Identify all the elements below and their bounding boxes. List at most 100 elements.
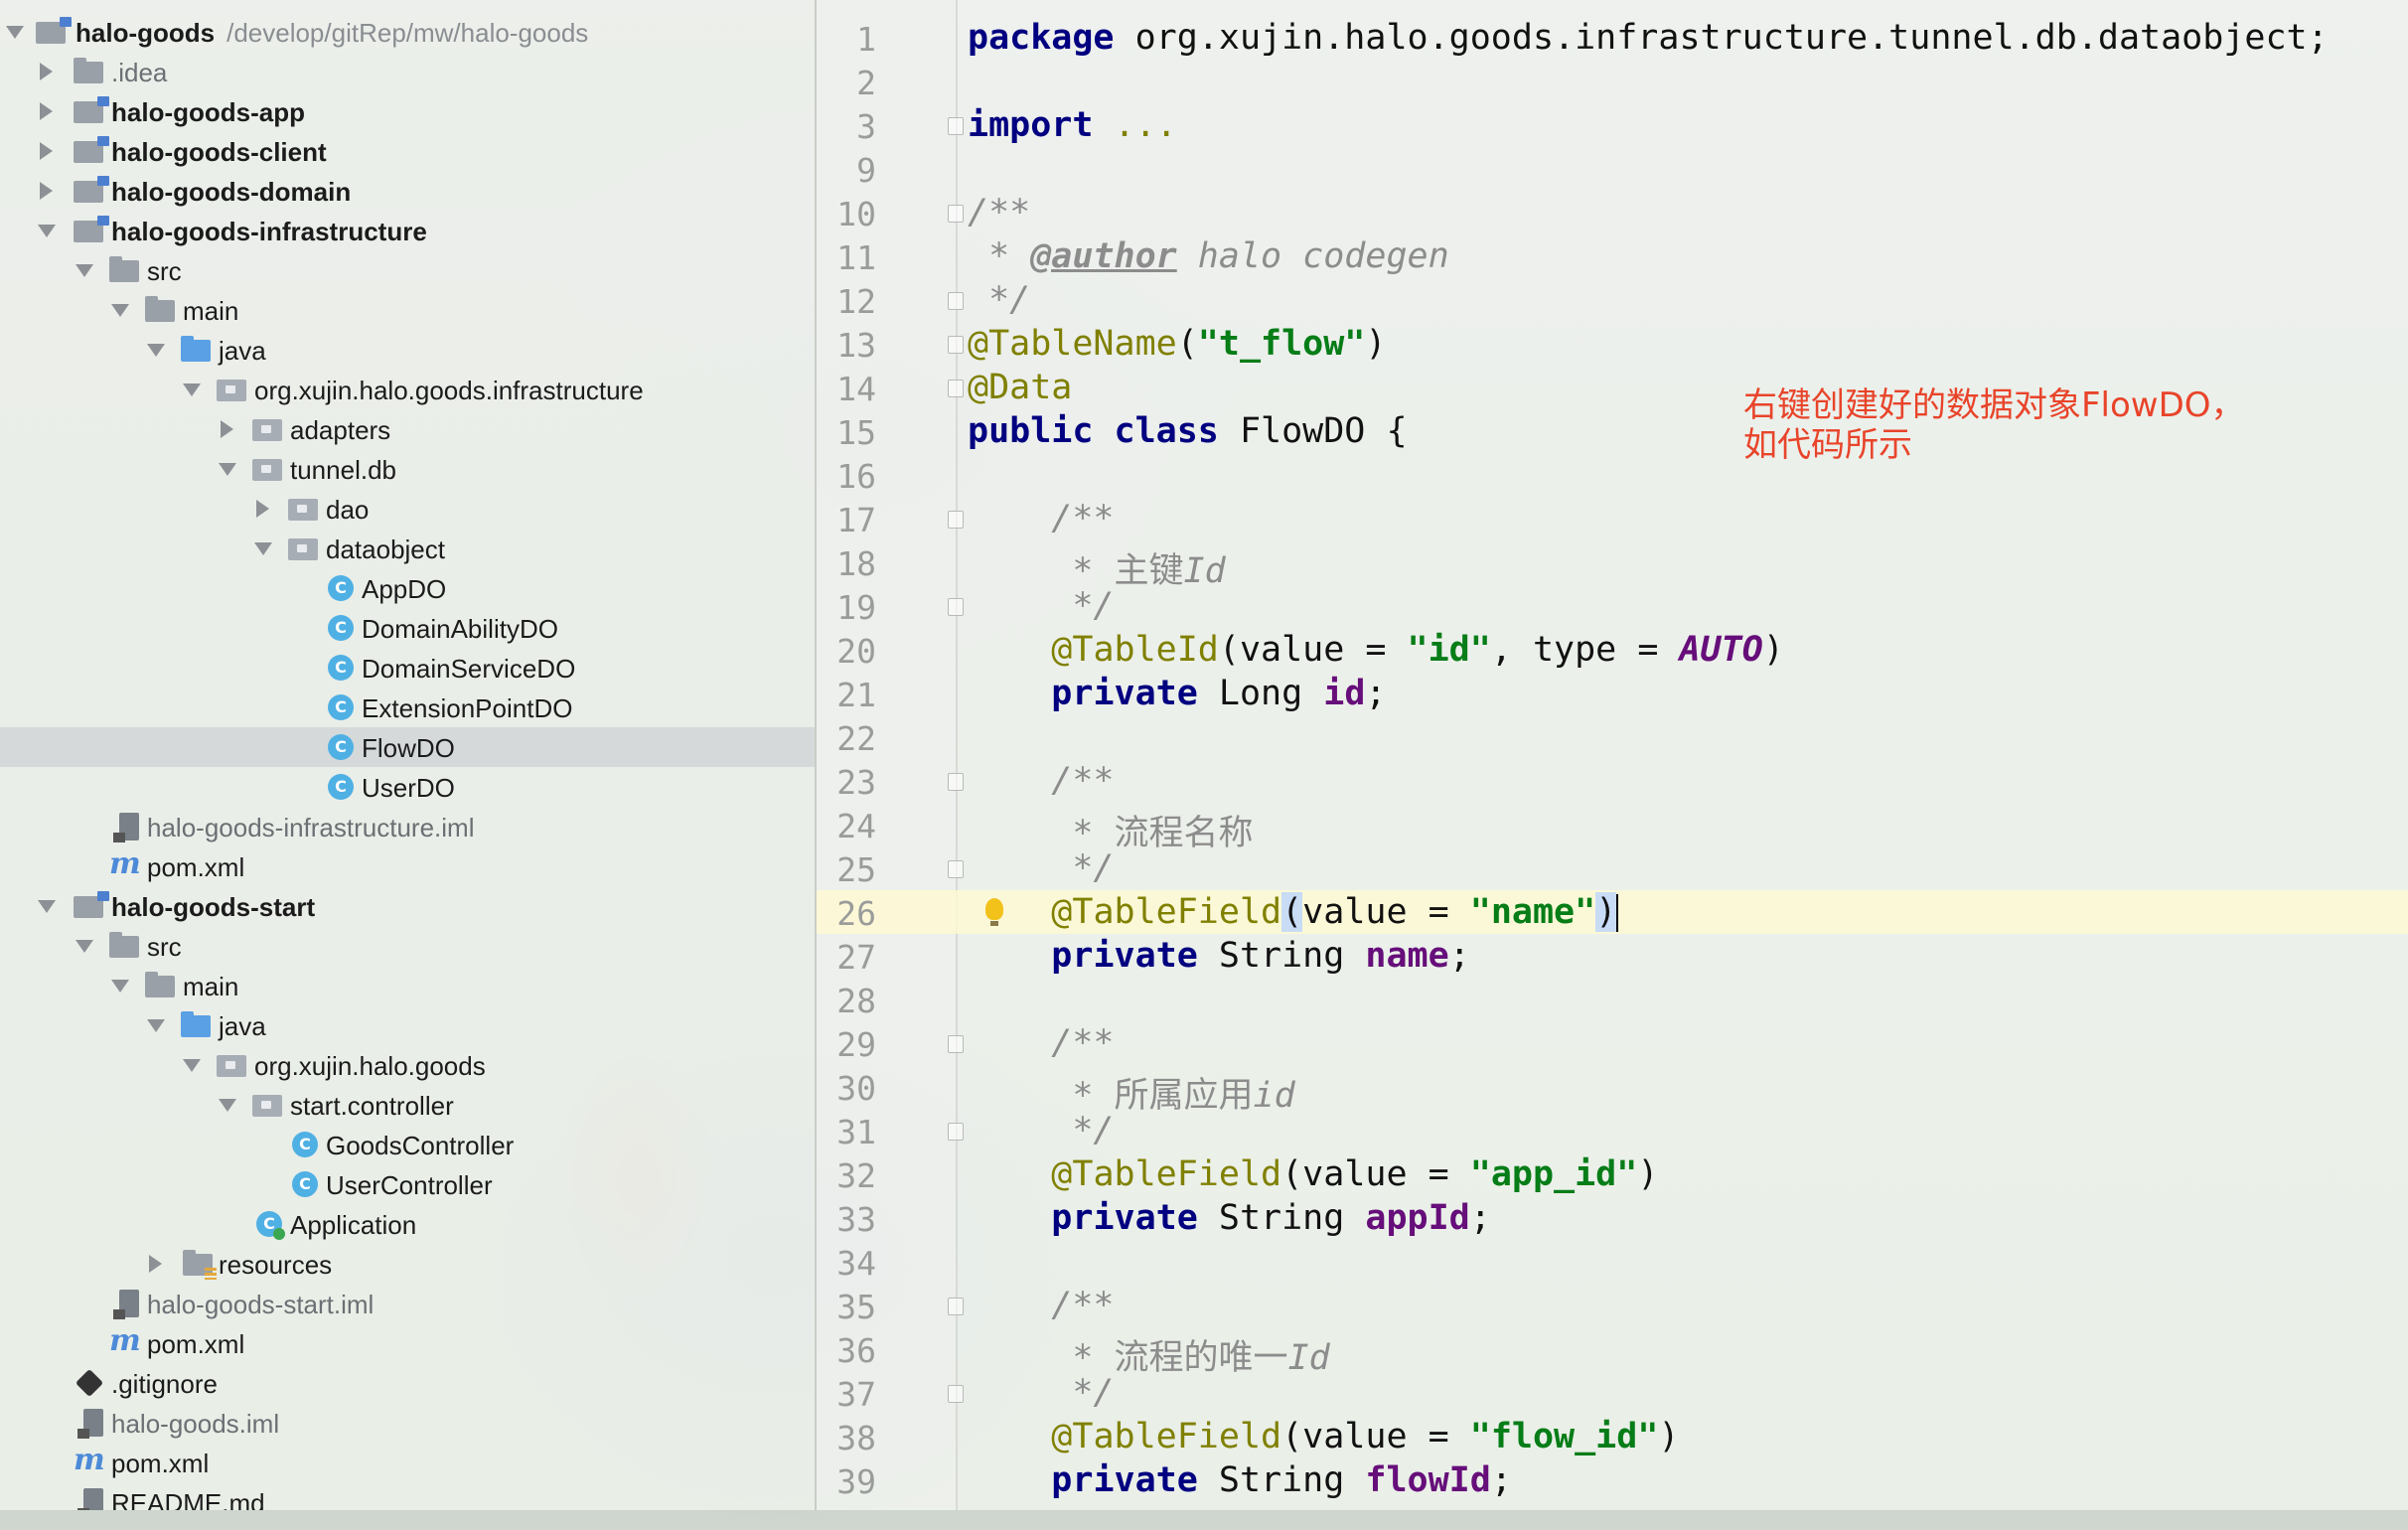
tree-item-src[interactable]: src: [0, 250, 815, 290]
fold-toggle-icon[interactable]: [948, 1035, 964, 1053]
code-line[interactable]: 31 */: [817, 1109, 2408, 1152]
tree-item-start-main[interactable]: main: [0, 966, 815, 1005]
fold-toggle-icon[interactable]: [948, 117, 964, 135]
code-line[interactable]: 12 */: [817, 278, 2408, 322]
expand-arrow-icon[interactable]: [40, 182, 53, 200]
tree-item-halo-goods-infrastructure[interactable]: halo-goods-infrastructure: [0, 211, 815, 250]
code-line[interactable]: 38 @TableField(value = "flow_id"): [817, 1415, 2408, 1458]
tree-item-java[interactable]: java: [0, 330, 815, 370]
code-line[interactable]: 27 private String name;: [817, 934, 2408, 978]
code-line[interactable]: 23 /**: [817, 759, 2408, 803]
tree-item-class-domainservicedo[interactable]: C DomainServiceDO: [0, 648, 815, 688]
tree-item-dao[interactable]: dao: [0, 489, 815, 529]
tree-item-tunnel-db[interactable]: tunnel.db: [0, 449, 815, 489]
expand-arrow-icon[interactable]: [40, 142, 53, 160]
tree-item-class-extensionpointdo[interactable]: C ExtensionPointDO: [0, 688, 815, 727]
tree-item-class-flowdo[interactable]: C FlowDO: [0, 727, 815, 767]
collapse-arrow-icon[interactable]: [219, 1099, 236, 1112]
code-line[interactable]: 29 /**: [817, 1021, 2408, 1065]
fold-toggle-icon[interactable]: [948, 1385, 964, 1403]
tree-item-start-java[interactable]: java: [0, 1005, 815, 1045]
collapse-arrow-icon[interactable]: [38, 900, 56, 913]
fold-toggle-icon[interactable]: [948, 380, 964, 397]
tree-item-gitignore[interactable]: .gitignore: [0, 1363, 815, 1403]
tree-item-class-appdo[interactable]: C AppDO: [0, 568, 815, 608]
code-line[interactable]: 25 */: [817, 846, 2408, 890]
tree-item-class-domainabilitydo[interactable]: C DomainAbilityDO: [0, 608, 815, 648]
folded-imports[interactable]: ...: [1093, 105, 1177, 145]
tree-item-class-userdo[interactable]: C UserDO: [0, 767, 815, 807]
code-line[interactable]: 11 * @author halo codegen: [817, 234, 2408, 278]
tree-item-readme[interactable]: README.md: [0, 1482, 815, 1510]
tree-item-package-goods[interactable]: org.xujin.halo.goods: [0, 1045, 815, 1085]
collapse-arrow-icon[interactable]: [75, 264, 93, 277]
tree-item-infrastructure-iml[interactable]: halo-goods-infrastructure.iml: [0, 807, 815, 846]
code-line[interactable]: 22: [817, 715, 2408, 759]
tree-item-halo-goods-app[interactable]: halo-goods-app: [0, 91, 815, 131]
tree-item-start-controller[interactable]: start.controller: [0, 1085, 815, 1125]
tree-root-halo-goods[interactable]: halo-goods/develop/gitRep/mw/halo-goods: [0, 12, 815, 52]
expand-arrow-icon[interactable]: [221, 420, 233, 438]
code-line[interactable]: 1 package org.xujin.halo.goods.infrastru…: [817, 16, 2408, 60]
code-line[interactable]: 37 */: [817, 1371, 2408, 1415]
tree-item-halo-goods-client[interactable]: halo-goods-client: [0, 131, 815, 171]
code-line[interactable]: 19 */: [817, 584, 2408, 628]
code-line[interactable]: 24 * 流程名称: [817, 803, 2408, 853]
code-editor[interactable]: 1 package org.xujin.halo.goods.infrastru…: [817, 0, 2408, 1510]
tree-item-class-usercontroller[interactable]: C UserController: [0, 1164, 815, 1204]
expand-arrow-icon[interactable]: [40, 63, 53, 80]
collapse-arrow-icon[interactable]: [254, 542, 272, 555]
tree-item-start-iml[interactable]: halo-goods-start.iml: [0, 1284, 815, 1323]
code-line[interactable]: 28: [817, 978, 2408, 1021]
tree-item-start-pom[interactable]: m pom.xml: [0, 1323, 815, 1363]
code-line[interactable]: 33 private String appId;: [817, 1196, 2408, 1240]
expand-arrow-icon[interactable]: [149, 1255, 162, 1273]
code-line[interactable]: 9: [817, 147, 2408, 191]
collapse-arrow-icon[interactable]: [6, 26, 24, 39]
expand-arrow-icon[interactable]: [40, 102, 53, 120]
fold-toggle-icon[interactable]: [948, 773, 964, 791]
code-line[interactable]: 21 private Long id;: [817, 672, 2408, 715]
tree-item-package-infrastructure[interactable]: org.xujin.halo.goods.infrastructure: [0, 370, 815, 409]
tree-item-halo-goods-start[interactable]: halo-goods-start: [0, 886, 815, 926]
tree-item-dataobject[interactable]: dataobject: [0, 529, 815, 568]
fold-toggle-icon[interactable]: [948, 1123, 964, 1141]
tree-item-resources[interactable]: resources: [0, 1244, 815, 1284]
fold-toggle-icon[interactable]: [948, 336, 964, 354]
tree-item-class-goodscontroller[interactable]: C GoodsController: [0, 1125, 815, 1164]
tree-item-infrastructure-pom[interactable]: m pom.xml: [0, 846, 815, 886]
tree-item-root-pom[interactable]: m pom.xml: [0, 1443, 815, 1482]
fold-toggle-icon[interactable]: [948, 860, 964, 878]
code-line[interactable]: 39 private String flowId;: [817, 1458, 2408, 1502]
collapse-arrow-icon[interactable]: [183, 383, 201, 396]
code-line[interactable]: 20 @TableId(value = "id", type = AUTO): [817, 628, 2408, 672]
tree-item-start-src[interactable]: src: [0, 926, 815, 966]
code-line[interactable]: 10 /**: [817, 191, 2408, 234]
collapse-arrow-icon[interactable]: [75, 940, 93, 953]
fold-toggle-icon[interactable]: [948, 1298, 964, 1315]
collapse-arrow-icon[interactable]: [147, 344, 165, 357]
tree-item-root-iml[interactable]: halo-goods.iml: [0, 1403, 815, 1443]
code-line[interactable]: 2: [817, 60, 2408, 103]
code-line[interactable]: 36 * 流程的唯一Id: [817, 1327, 2408, 1378]
tree-item-main[interactable]: main: [0, 290, 815, 330]
fold-toggle-icon[interactable]: [948, 205, 964, 223]
code-line[interactable]: 35 /**: [817, 1284, 2408, 1327]
tree-item-class-application[interactable]: C Application: [0, 1204, 815, 1244]
code-line[interactable]: 18 * 主键Id: [817, 540, 2408, 591]
collapse-arrow-icon[interactable]: [38, 225, 56, 237]
code-line[interactable]: 13 @TableName("t_flow"): [817, 322, 2408, 366]
fold-toggle-icon[interactable]: [948, 511, 964, 529]
collapse-arrow-icon[interactable]: [111, 980, 129, 993]
code-line-current[interactable]: 26 @TableField(value = "name"): [817, 890, 2408, 934]
fold-toggle-icon[interactable]: [948, 598, 964, 616]
code-line[interactable]: 30 * 所属应用id: [817, 1065, 2408, 1116]
code-line[interactable]: 32 @TableField(value = "app_id"): [817, 1152, 2408, 1196]
collapse-arrow-icon[interactable]: [147, 1019, 165, 1032]
expand-arrow-icon[interactable]: [256, 500, 269, 518]
code-line[interactable]: 34: [817, 1240, 2408, 1284]
tree-item-idea[interactable]: .idea: [0, 52, 815, 91]
tree-item-halo-goods-domain[interactable]: halo-goods-domain: [0, 171, 815, 211]
collapse-arrow-icon[interactable]: [183, 1059, 201, 1072]
code-line[interactable]: 17 /**: [817, 497, 2408, 540]
